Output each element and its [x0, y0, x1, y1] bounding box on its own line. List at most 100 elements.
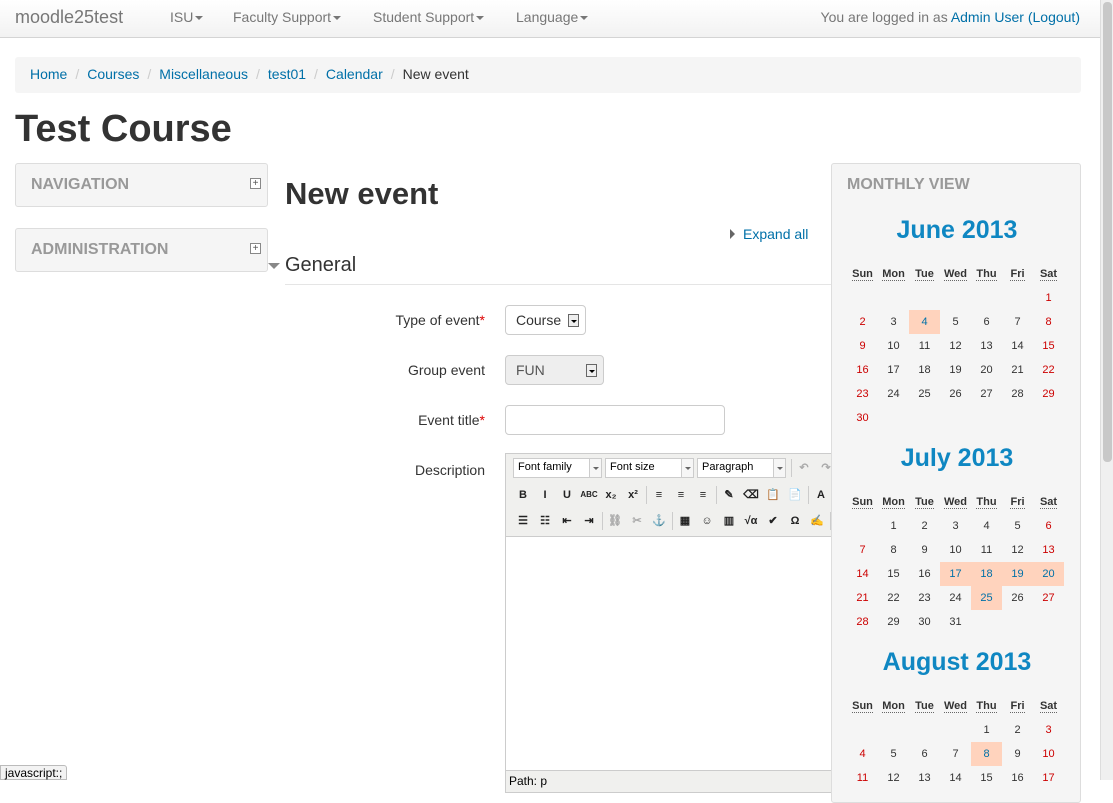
align-left-icon[interactable]: ≡	[649, 485, 669, 505]
equation-icon[interactable]: √α	[741, 511, 761, 531]
text-color-icon[interactable]: A	[811, 485, 831, 505]
type-of-event-label-text: Type of event	[395, 312, 480, 328]
link-icon[interactable]: ⛓	[605, 511, 625, 531]
format-select[interactable]: Paragraph	[697, 458, 786, 478]
media-icon[interactable]: ▥	[719, 511, 739, 531]
expand-all-link[interactable]: Expand all	[730, 226, 808, 242]
group-event-select[interactable]: FUN	[505, 355, 604, 385]
emoticon-icon[interactable]: ☺	[697, 511, 717, 531]
breadcrumb-home[interactable]: Home	[30, 66, 67, 82]
administration-block: ADMINISTRATION +	[15, 228, 268, 272]
toolbar-separator	[791, 459, 792, 477]
spellcheck-icon[interactable]: ✔	[763, 511, 783, 531]
calendar-day: 23	[856, 388, 869, 400]
site-brand-link[interactable]: moodle25test	[15, 7, 123, 28]
calendar-day: 18	[918, 364, 931, 376]
anchor-icon[interactable]: ⚓	[649, 511, 669, 531]
outdent-icon[interactable]: ⇤	[557, 511, 577, 531]
subscript-icon[interactable]: x₂	[601, 485, 621, 505]
italic-icon[interactable]: I	[535, 485, 555, 505]
paste-word-icon[interactable]: 📄	[785, 485, 805, 505]
month-title[interactable]: July 2013	[832, 444, 1082, 473]
event-title-input[interactable]	[505, 405, 725, 435]
calendar-day-event[interactable]: 17	[940, 562, 971, 586]
calendar-day: 10	[949, 544, 962, 556]
indent-icon[interactable]: ⇥	[579, 511, 599, 531]
special-char-icon[interactable]: Ω	[785, 511, 805, 531]
numbered-list-icon[interactable]: ☷	[535, 511, 555, 531]
weekday-label: Wed	[943, 700, 968, 713]
breadcrumb: Home / Courses / Miscellaneous / test01 / Calend…	[15, 57, 1081, 93]
calendar-day: 24	[887, 388, 900, 400]
calendar-day: 2	[859, 316, 866, 328]
weekday-label: Wed	[943, 268, 968, 281]
menu-student-support[interactable]: Student Support	[373, 9, 485, 25]
cleanup-icon[interactable]: ✎	[719, 485, 739, 505]
month-title[interactable]: June 2013	[832, 216, 1082, 245]
calendar-day-event[interactable]: 8	[971, 742, 1002, 766]
chevron-down-icon	[333, 16, 342, 21]
menu-faculty-support[interactable]: Faculty Support	[233, 9, 342, 25]
superscript-icon[interactable]: x²	[623, 485, 643, 505]
calendar-day: 16	[1011, 772, 1024, 784]
month-title[interactable]: August 2013	[832, 648, 1082, 677]
calendar-day: 20	[980, 364, 993, 376]
calendar-day: 3	[890, 316, 897, 328]
type-of-event-label: Type of event*	[285, 312, 485, 328]
paste-text-icon[interactable]: 📋	[763, 485, 783, 505]
weekday-header: Wed	[940, 694, 971, 718]
eraser-icon[interactable]: ⌫	[741, 485, 761, 505]
menu-student-support-label: Student Support	[373, 9, 475, 25]
logout-link[interactable]: (Logout)	[1028, 9, 1080, 25]
bullet-list-icon[interactable]: ☰	[513, 511, 533, 531]
breadcrumb-calendar[interactable]: Calendar	[326, 66, 383, 82]
undo-icon[interactable]: ↶	[794, 458, 814, 478]
bold-icon[interactable]: B	[513, 485, 533, 505]
page-scrollbar[interactable]	[1100, 0, 1113, 780]
font-size-value: Font size	[610, 461, 655, 473]
calendar-day: 14	[949, 772, 962, 784]
calendar-day-event[interactable]: 18	[971, 562, 1002, 586]
type-of-event-select[interactable]: Course	[505, 305, 586, 335]
align-center-icon[interactable]: ≡	[671, 485, 691, 505]
breadcrumb-miscellaneous[interactable]: Miscellaneous	[159, 66, 248, 82]
scrollbar-thumb[interactable]	[1103, 2, 1112, 462]
user-profile-link[interactable]: Admin User	[951, 9, 1024, 25]
underline-icon[interactable]: U	[557, 485, 577, 505]
expand-all-label: Expand all	[743, 226, 809, 242]
group-event-value: FUN	[516, 362, 545, 378]
breadcrumb-test01[interactable]: test01	[268, 66, 306, 82]
weekday-label: Thu	[976, 268, 997, 281]
calendar-day: 15	[980, 772, 993, 784]
weekday-label: Fri	[1010, 268, 1025, 281]
calendar-day: 27	[1042, 592, 1055, 604]
calendar-day: 23	[918, 592, 931, 604]
menu-language[interactable]: Language	[516, 9, 589, 25]
calendar-day: 21	[856, 592, 869, 604]
breadcrumb-separator: /	[147, 66, 152, 82]
menu-isu[interactable]: ISU	[170, 9, 204, 25]
image-icon[interactable]: ▦	[675, 511, 695, 531]
breadcrumb-courses[interactable]: Courses	[87, 66, 139, 82]
calendar-day-event[interactable]: 20	[1033, 562, 1064, 586]
expand-block-icon[interactable]: +	[250, 243, 261, 254]
font-family-select[interactable]: Font family	[513, 458, 602, 478]
calendar-day-event[interactable]: 19	[1002, 562, 1033, 586]
expand-block-icon[interactable]: +	[250, 178, 261, 189]
calendar-day-event[interactable]: 4	[909, 310, 940, 334]
weekday-label: Mon	[882, 496, 905, 509]
align-right-icon[interactable]: ≡	[693, 485, 713, 505]
unlink-icon[interactable]: ✂	[627, 511, 647, 531]
calendar-day: 1	[983, 724, 990, 736]
calendar-day: 9	[1014, 748, 1021, 760]
top-navbar: moodle25test ISU Faculty Support Student…	[0, 0, 1100, 38]
edit-source-icon[interactable]: ✍	[807, 511, 827, 531]
calendar-day-event[interactable]: 25	[971, 586, 1002, 610]
strikethrough-icon[interactable]: ABC	[579, 485, 599, 505]
chevron-down-icon	[195, 16, 204, 21]
font-size-select[interactable]: Font size	[605, 458, 694, 478]
general-section-toggle[interactable]: General	[268, 254, 356, 277]
login-prefix: You are logged in as	[820, 9, 951, 25]
login-info: You are logged in as Admin User (Logout)	[821, 9, 1080, 25]
weekday-label: Fri	[1010, 496, 1025, 509]
